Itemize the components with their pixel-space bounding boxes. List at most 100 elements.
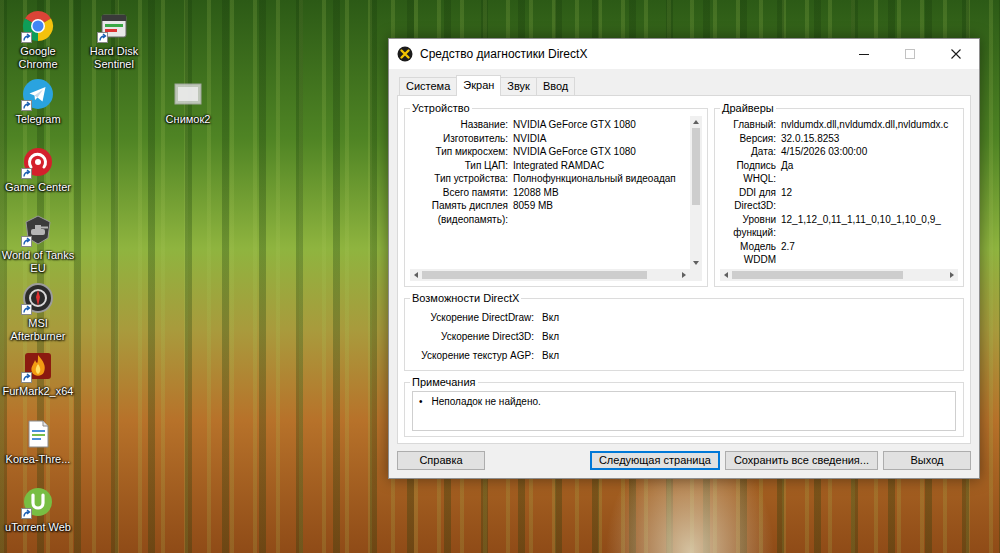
scroll-left-button[interactable] [410, 269, 422, 281]
info-value: 4/15/2026 03:00:00 [781, 145, 956, 159]
info-label: Версия: [722, 132, 776, 146]
feature-label: Ускорение DirectDraw: [412, 311, 534, 324]
tab[interactable]: Звук [500, 77, 537, 95]
icon-box [172, 78, 204, 110]
horizontal-scrollbar[interactable] [410, 269, 690, 281]
info-value: 32.0.15.8253 [781, 132, 956, 146]
close-icon [951, 49, 961, 59]
feature-label: Ускорение Direct3D: [412, 330, 534, 343]
desktop-icon[interactable]: FurMark2_x64 [0, 348, 76, 398]
left-arrow-icon [724, 272, 728, 278]
feature-value: Вкл [542, 349, 956, 362]
info-label: Изготовитель: [412, 132, 508, 146]
note-text: Неполадок не найдено. [432, 395, 541, 408]
notes-group: Примечания•Неполадок не найдено. [404, 376, 964, 437]
info-value: 12088 MB [513, 186, 688, 200]
desktop-icon-label: FurMark2_x64 [0, 385, 76, 398]
feature-value: Вкл [542, 311, 956, 324]
scroll-track[interactable] [422, 269, 678, 281]
icon-box [22, 350, 54, 382]
note-bullet: • [419, 395, 423, 408]
dialog-button[interactable]: Справка [397, 451, 485, 470]
minimize-button[interactable] [841, 39, 887, 69]
dialog-button[interactable]: Сохранить все сведения... [725, 451, 878, 470]
drivers-group: ДрайверыГлавный:nvldumdx.dll,nvldumdx.dl… [714, 102, 964, 287]
scroll-thumb[interactable] [732, 271, 903, 279]
scroll-right-button[interactable] [678, 269, 690, 281]
maximize-button [887, 39, 933, 69]
desktop-icon-label: Снимок2 [150, 113, 226, 126]
scroll-thumb[interactable] [422, 271, 647, 279]
scroll-track-rest [647, 269, 678, 281]
scroll-thumb[interactable] [692, 128, 700, 205]
desktop-icon[interactable]: Google Chrome [0, 8, 76, 71]
document-icon [22, 418, 54, 450]
left-arrow-icon [414, 272, 418, 278]
shortcut-arrow-icon [21, 236, 32, 247]
info-value: 12_1,12_0,11_1,11_0,10_1,10_0,9_ [781, 213, 956, 240]
info-row: Модель WDDM2.7 [722, 240, 956, 267]
directx-icon [397, 46, 413, 62]
button-row: Справка Следующая страница Сохранить все с… [389, 444, 979, 478]
desktop-icon-label: MSI Afterburner [0, 317, 76, 343]
info-value: Полнофункциональный видеоадап [513, 172, 688, 186]
tab[interactable]: Ввод [536, 77, 575, 95]
desktop-icon[interactable]: uTorrent Web [0, 484, 76, 534]
scroll-track[interactable] [732, 269, 946, 281]
feature-row: Ускорение текстур AGP: Вкл [412, 346, 956, 365]
close-button[interactable] [933, 39, 979, 69]
info-label: Память дисплея (видеопамять): [412, 199, 508, 226]
up-arrow-icon [693, 120, 699, 124]
title-bar[interactable]: Средство диагностики DirectX [389, 39, 979, 69]
icon-box [22, 78, 54, 110]
icon-box [22, 10, 54, 42]
feature-row: Ускорение Direct3D:Вкл [412, 327, 956, 346]
horizontal-scrollbar[interactable] [720, 269, 958, 281]
info-row: Главный:nvldumdx.dll,nvldumdx.dll,nvldum… [722, 118, 956, 132]
desktop-icon[interactable]: MSI Afterburner [0, 280, 76, 343]
desktop-icon[interactable]: Game Center [0, 144, 76, 194]
desktop-icon-label: World of Tanks EU [0, 249, 76, 275]
image-icon [172, 78, 204, 110]
directx-features-group: Возможности DirectX Ускорение DirectDraw:… [404, 292, 964, 371]
scroll-left-button[interactable] [720, 269, 732, 281]
icon-box [22, 146, 54, 178]
scroll-right-button[interactable] [946, 269, 958, 281]
desktop-icon[interactable]: World of Tanks EU [0, 212, 76, 275]
tab[interactable]: Система [399, 77, 457, 95]
icon-box [22, 486, 54, 518]
dialog-button[interactable]: Следующая страница [590, 451, 720, 470]
maximize-icon [905, 49, 915, 59]
desktop-icon[interactable]: Korea-Thre... [0, 416, 76, 466]
info-row: Тип устройства:Полнофункциональный видео… [412, 172, 688, 186]
group-title: Возможности DirectX [410, 292, 521, 305]
dialog-button[interactable]: Выход [883, 451, 971, 470]
shortcut-arrow-icon [21, 508, 32, 519]
desktop-icon[interactable]: Hard Disk Sentinel [76, 8, 152, 71]
info-label: Главный: [722, 118, 776, 132]
info-label: Модель WDDM [722, 240, 776, 267]
right-arrow-icon [950, 272, 954, 278]
desktop-icon-label: uTorrent Web [0, 521, 76, 534]
directx-diagnostic-window[interactable]: Средство диагностики DirectX СистемаЭкран… [388, 38, 980, 479]
info-row: Дата:4/15/2026 03:00:00 [722, 145, 956, 159]
scroll-area: Главный:nvldumdx.dll,nvldumdx.dll,nvldum… [720, 116, 958, 281]
note-item: • Неполадок не найдено. [419, 395, 949, 408]
feature-row: Ускорение DirectDraw: Вкл [412, 308, 956, 327]
vertical-scrollbar[interactable] [690, 116, 702, 269]
info-row: Уровни функций:12_1,12_0,11_1,11_0,10_1,… [722, 213, 956, 240]
shortcut-arrow-icon [21, 372, 32, 383]
tab[interactable]: Экран [456, 75, 501, 96]
desktop-icon[interactable]: Снимок2 [150, 76, 226, 126]
scroll-track[interactable] [690, 128, 702, 257]
info-label: Тип ЦАП: [412, 159, 508, 173]
scroll-down-button[interactable] [690, 257, 702, 269]
shortcut-arrow-icon [21, 100, 32, 111]
info-value: Да [781, 159, 956, 186]
info-value: NVIDIA [513, 132, 688, 146]
feature-label: Ускорение текстур AGP: [412, 349, 534, 362]
desktop-icon[interactable]: Telegram [0, 76, 76, 126]
scroll-up-button[interactable] [690, 116, 702, 128]
info-row: DDI для Direct3D:12 [722, 186, 956, 213]
info-value: 12 [781, 186, 956, 213]
